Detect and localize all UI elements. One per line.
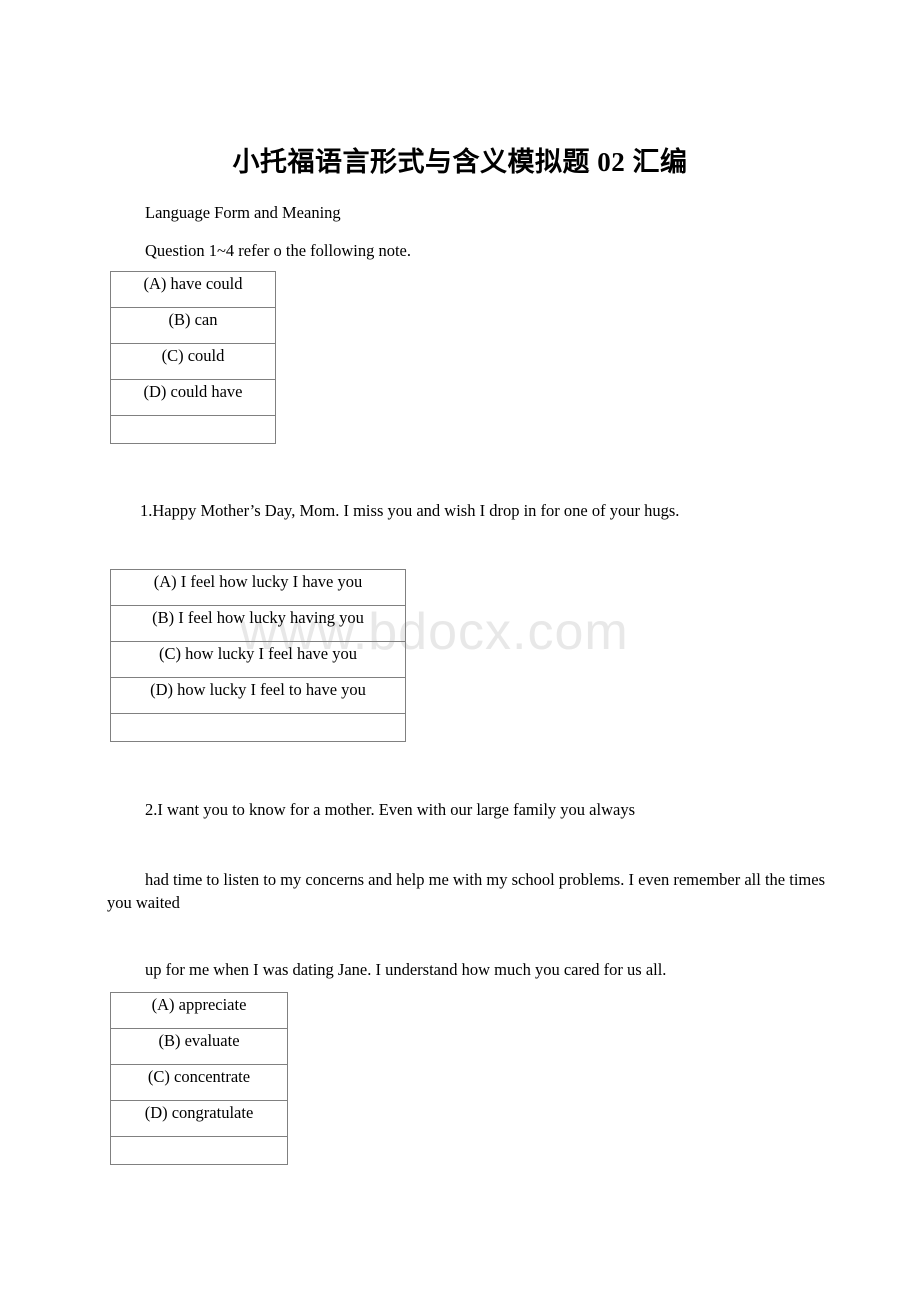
option-d[interactable]: (D) could have [110, 379, 276, 416]
question-2-prompt-line-2-text: had time to listen to my concerns and he… [107, 870, 825, 912]
table-row [110, 415, 276, 444]
option-b[interactable]: (B) I feel how lucky having you [110, 605, 406, 642]
table-row[interactable]: (A) appreciate [110, 992, 288, 1029]
question-2-prompt-line-1: 2.I want you to know for a mother. Even … [145, 800, 636, 819]
option-c[interactable]: (C) how lucky I feel have you [110, 641, 406, 678]
question-2-prompt-line-2: had time to listen to my concerns and he… [107, 868, 847, 914]
option-empty [110, 1136, 288, 1165]
option-a[interactable]: (A) have could [110, 271, 276, 308]
option-empty [110, 415, 276, 444]
table-row[interactable]: (D) could have [110, 379, 276, 416]
option-c[interactable]: (C) concentrate [110, 1064, 288, 1101]
table-row[interactable]: (B) can [110, 307, 276, 344]
question-2-prompt-line-3: up for me when I was dating Jane. I unde… [145, 960, 667, 979]
option-d[interactable]: (D) congratulate [110, 1100, 288, 1137]
question-1-prompt: 1.Happy Mother’s Day, Mom. I miss you an… [140, 501, 680, 520]
document-page: www.bdocx.com 小托福语言形式与含义模拟题 02 汇编 Langua… [0, 0, 920, 1302]
option-empty [110, 713, 406, 742]
table-row [110, 713, 406, 742]
option-b[interactable]: (B) can [110, 307, 276, 344]
table-row[interactable]: (A) I feel how lucky I have you [110, 569, 406, 606]
option-a[interactable]: (A) appreciate [110, 992, 288, 1029]
table-row[interactable]: (C) could [110, 343, 276, 380]
option-a[interactable]: (A) I feel how lucky I have you [110, 569, 406, 606]
option-d[interactable]: (D) how lucky I feel to have you [110, 677, 406, 714]
table-row[interactable]: (C) how lucky I feel have you [110, 641, 406, 678]
option-c[interactable]: (C) could [110, 343, 276, 380]
table-row[interactable]: (A) have could [110, 271, 276, 308]
page-title: 小托福语言形式与含义模拟题 02 汇编 [232, 147, 688, 177]
instruction-text: Question 1~4 refer o the following note. [145, 241, 411, 260]
option-b[interactable]: (B) evaluate [110, 1028, 288, 1065]
answer-options-table-intro: (A) have could (B) can (C) could (D) cou… [110, 271, 276, 444]
table-row[interactable]: (D) congratulate [110, 1100, 288, 1137]
answer-options-table-q2: (A) appreciate (B) evaluate (C) concentr… [110, 992, 288, 1165]
table-row[interactable]: (B) evaluate [110, 1028, 288, 1065]
table-row[interactable]: (C) concentrate [110, 1064, 288, 1101]
table-row [110, 1136, 288, 1165]
section-heading: Language Form and Meaning [145, 203, 341, 222]
table-row[interactable]: (B) I feel how lucky having you [110, 605, 406, 642]
table-row[interactable]: (D) how lucky I feel to have you [110, 677, 406, 714]
answer-options-table-q1: (A) I feel how lucky I have you (B) I fe… [110, 569, 406, 742]
